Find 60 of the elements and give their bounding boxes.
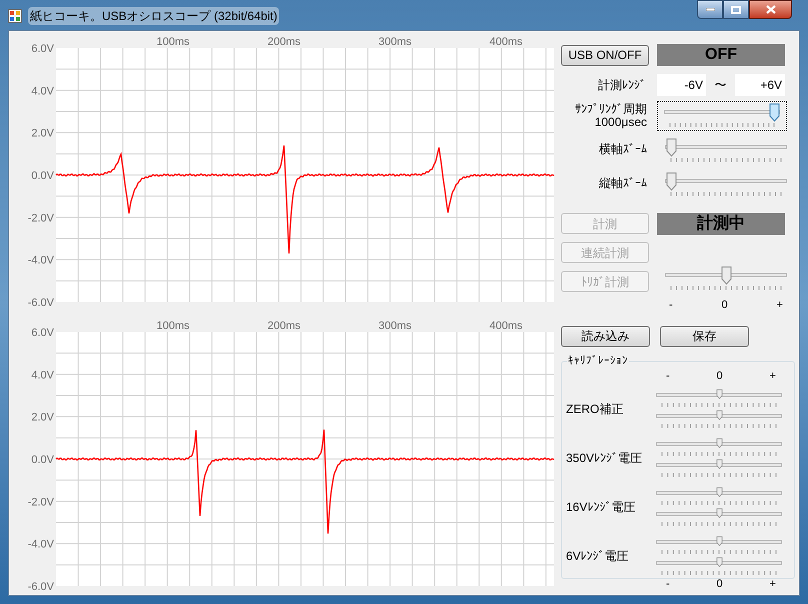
- slider-thumb[interactable]: [666, 172, 677, 191]
- axis-label: 200ms: [267, 37, 301, 48]
- axis-label: 100ms: [156, 321, 190, 332]
- zoom-label: 横軸ｽﾞｰﾑ: [598, 141, 647, 158]
- axis-label: 4.0V: [31, 369, 54, 382]
- axis-label: -2.0V: [28, 212, 54, 224]
- axis-label: 300ms: [378, 37, 412, 48]
- scale-label: -: [666, 577, 670, 592]
- axis-label: 300ms: [378, 321, 412, 332]
- axis-label: 100ms: [156, 37, 190, 48]
- scale-label: 0: [722, 298, 728, 313]
- axis-label: 400ms: [489, 37, 523, 48]
- axis-label: -2.0V: [28, 496, 54, 508]
- axis-label: 2.0V: [31, 412, 54, 424]
- minimize-icon: [706, 8, 714, 11]
- axis-label: 0.0V: [31, 454, 54, 466]
- maximize-icon: [731, 6, 741, 14]
- axis-label: 4.0V: [31, 85, 54, 98]
- usb-toggle-button[interactable]: USB ON/OFF: [561, 44, 649, 66]
- axis-label: -6.0V: [28, 297, 54, 309]
- scale-label: -: [666, 368, 670, 384]
- slider-thumb[interactable]: [721, 266, 732, 285]
- calibration-label: 350Vﾚﾝｼﾞ電圧: [566, 450, 644, 466]
- zoom-label: 縦軸ｽﾞｰﾑ: [598, 175, 647, 192]
- range-min-field[interactable]: -6V: [657, 74, 706, 96]
- range-label: 計測ﾚﾝｼﾞ: [597, 77, 646, 94]
- scale-label: -: [669, 298, 673, 313]
- axis-label: -4.0V: [28, 254, 54, 267]
- status-display: OFF: [657, 44, 785, 66]
- slider-thumb[interactable]: [666, 138, 677, 157]
- calibration-label: 6Vﾚﾝｼﾞ電圧: [566, 548, 630, 564]
- app-icon: [8, 9, 22, 23]
- close-button[interactable]: [749, 0, 792, 19]
- scale-label: 0: [716, 368, 723, 384]
- maximize-button[interactable]: [723, 0, 749, 19]
- load-button[interactable]: 読み込み: [561, 326, 650, 346]
- axis-label: 400ms: [489, 321, 523, 332]
- axis-label: -6.0V: [28, 581, 54, 593]
- axis-label: 6.0V: [31, 327, 54, 339]
- sampling-value: 1000μsec: [594, 116, 647, 129]
- sampling-label: ｻﾝﾌﾟﾘﾝｸﾞ周期: [575, 103, 647, 116]
- close-icon: [766, 5, 776, 14]
- axis-label: -4.0V: [28, 538, 54, 551]
- measure-status-display: 計測中: [657, 213, 785, 235]
- scale-label: +: [776, 298, 783, 313]
- axis-label: 6.0V: [31, 43, 54, 55]
- range-max-field[interactable]: +6V: [735, 74, 785, 96]
- window-title: 紙ヒコーキ。USBオシロスコープ (32bit/64bit): [28, 7, 280, 25]
- axis-label: 2.0V: [31, 128, 54, 140]
- scale-label: +: [770, 368, 776, 384]
- scale-label: +: [770, 577, 776, 592]
- calibration-label: 16Vﾚﾝｼﾞ電圧: [566, 498, 636, 516]
- scale-label: 0: [716, 577, 723, 592]
- save-button[interactable]: 保存: [660, 326, 749, 346]
- minimize-button[interactable]: [697, 0, 723, 19]
- axis-label: 0.0V: [31, 170, 54, 182]
- slider-thumb[interactable]: [769, 103, 780, 122]
- axis-label: 200ms: [267, 321, 301, 332]
- range-separator: 〜: [714, 77, 728, 94]
- calibration-label: ZERO補正: [566, 400, 624, 418]
